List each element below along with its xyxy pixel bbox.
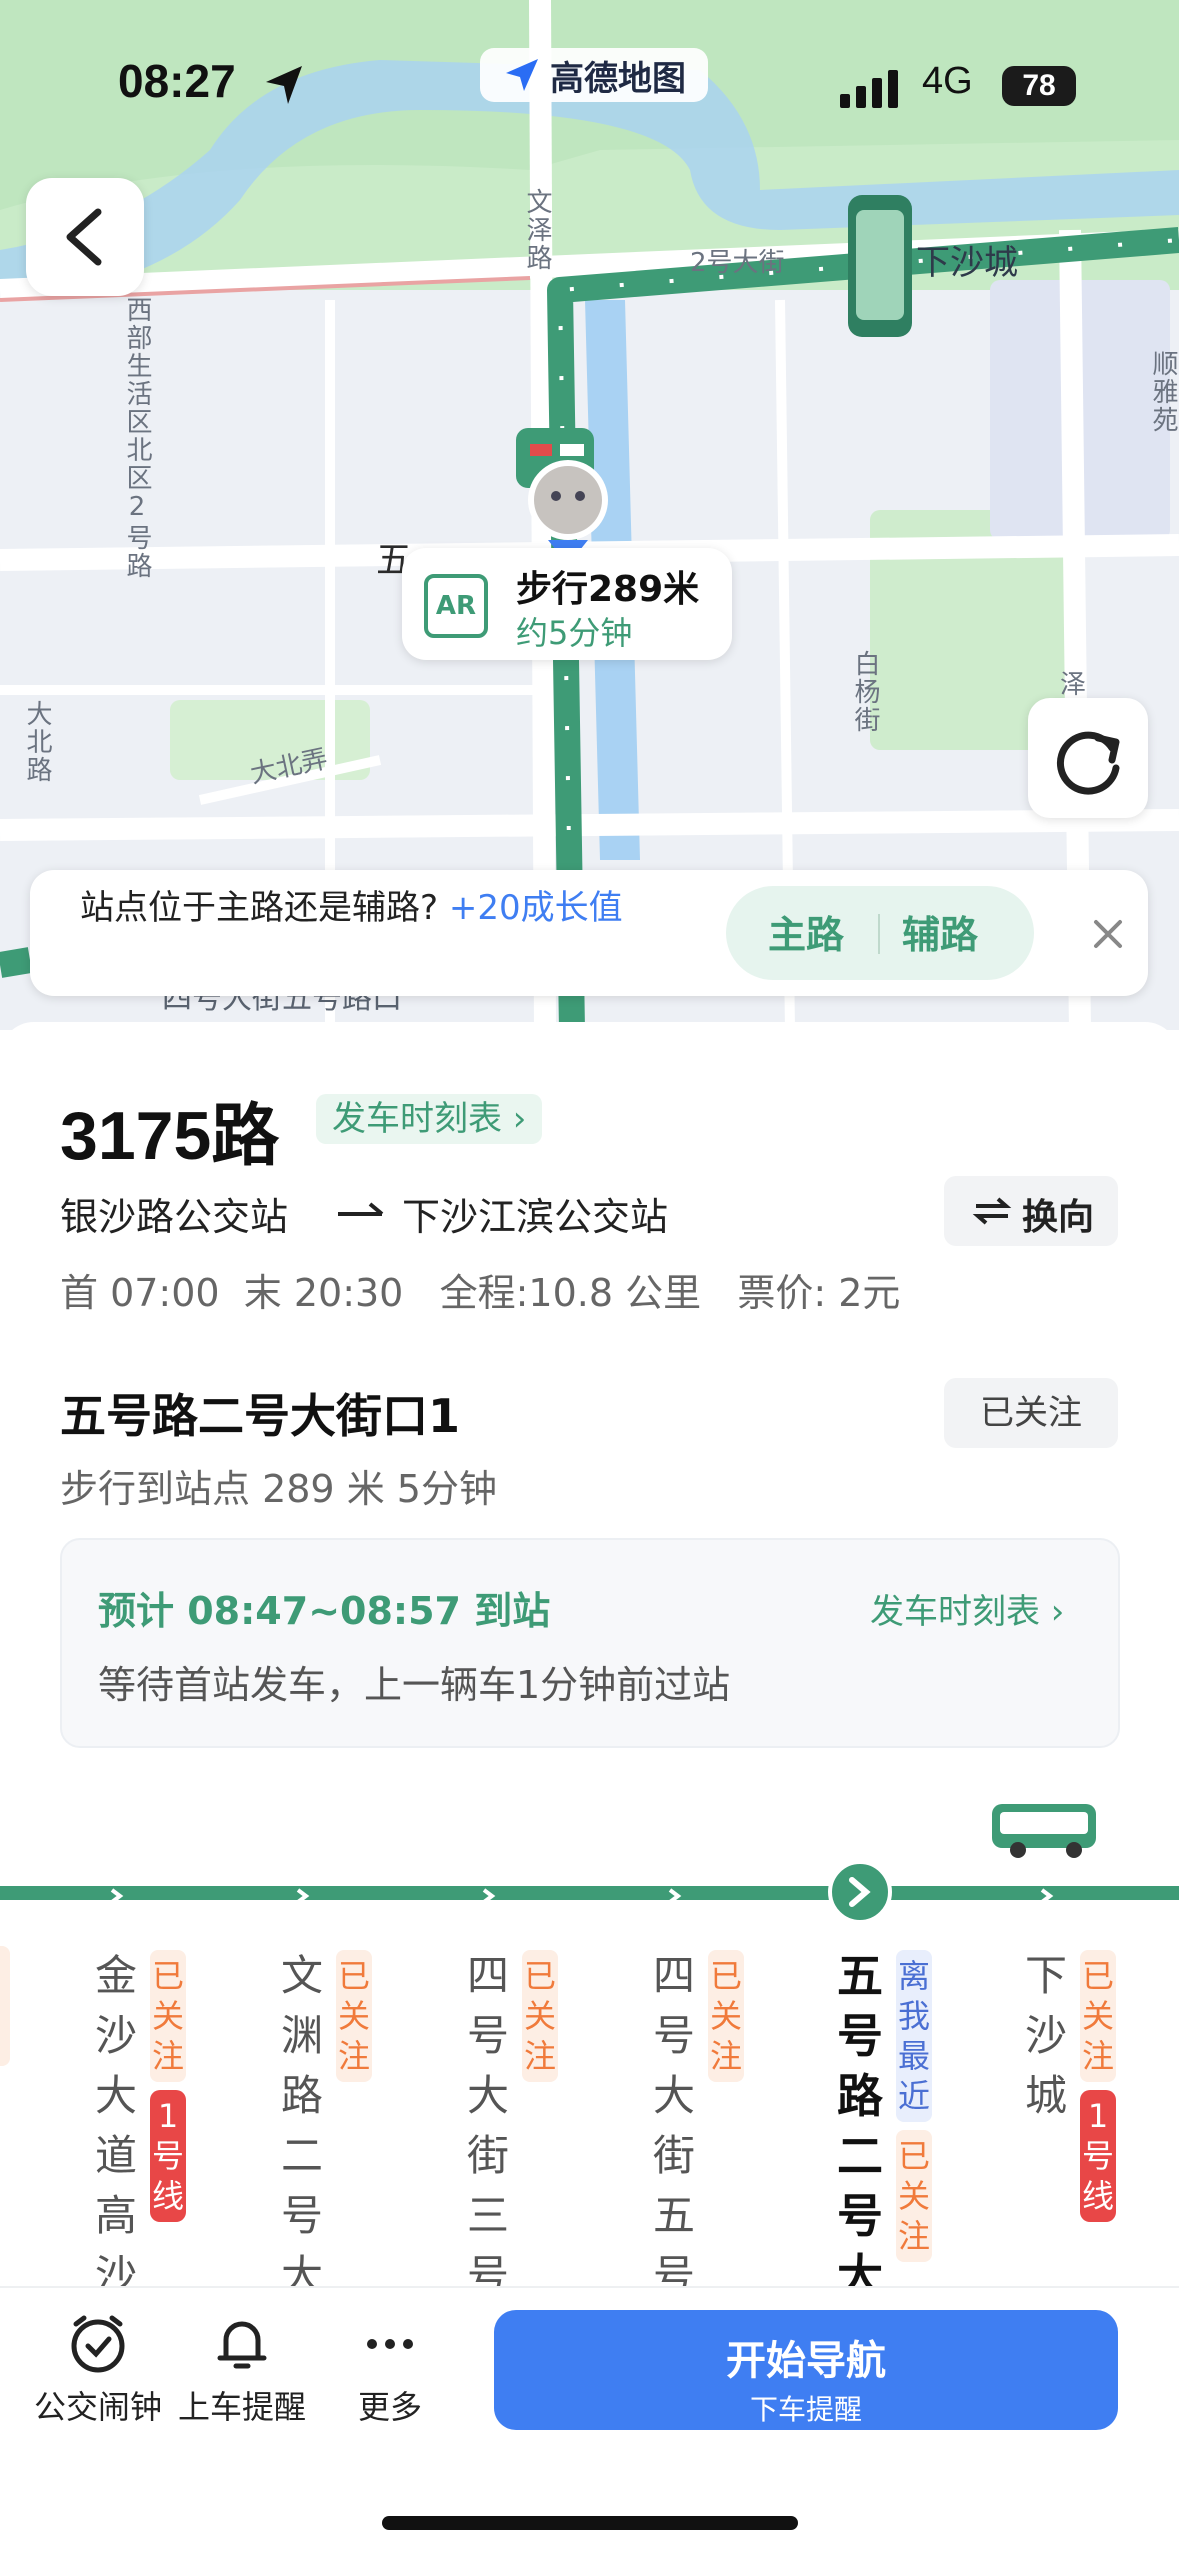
chevron-right-icon: › — [502, 1099, 527, 1139]
timetable-link-label: 发车时刻表 — [332, 1099, 502, 1139]
status-time: 08:27 — [118, 55, 236, 107]
prompt-question: 站点位于主路还是辅路? — [80, 888, 439, 928]
first-bus: 首 07:00 — [60, 1271, 220, 1315]
followed-tag: 已关注 — [150, 1950, 186, 2082]
timetable-link[interactable]: 发车时刻表 › — [316, 1094, 543, 1144]
amap-logo-icon — [506, 59, 538, 91]
option-main-road[interactable]: 主路 — [768, 904, 844, 959]
more-icon — [367, 2339, 413, 2349]
previous-station-tag — [0, 1946, 10, 2066]
map-label-xiasha-city: 下沙城 — [916, 243, 1018, 283]
more-button[interactable]: 更多 — [330, 2302, 450, 2428]
nav-title: 开始导航 — [726, 2338, 886, 2384]
back-button[interactable] — [26, 178, 144, 296]
route-from: 银沙路公交站 — [60, 1195, 289, 1239]
station-name[interactable]: 文渊路二号大 — [272, 1946, 332, 2306]
chevron-right-icon: › — [1040, 1592, 1065, 1632]
app-name: 高德地图 — [550, 58, 686, 99]
location-arrow-icon — [266, 66, 302, 104]
close-icon[interactable] — [1084, 910, 1132, 958]
refresh-button[interactable] — [1028, 698, 1148, 818]
walk-distance: 步行289米 — [516, 569, 700, 610]
ar-icon[interactable]: AR — [424, 574, 488, 638]
map-label-west-district: 西部生活区北区2号路 — [122, 296, 152, 580]
map-label-wenze-road: 文泽路 — [522, 188, 552, 272]
battery-indicator: 78 — [1002, 66, 1076, 106]
prompt-reward: +20成长值 — [448, 888, 623, 928]
stop-name: 五号路二号大街口1 — [60, 1389, 461, 1443]
walk-to-stop: 步行到站点 289 米 5分钟 — [60, 1467, 497, 1511]
route-line-arrows — [110, 1862, 1054, 1922]
eta-text: 预计 08:47~08:57 到站 — [98, 1589, 551, 1633]
more-label: 更多 — [357, 2388, 422, 2426]
switch-direction-button[interactable]: 换向 — [944, 1176, 1118, 1246]
eta-timetable-label: 发车时刻表 — [870, 1592, 1040, 1632]
amap-app-pill[interactable]: 高德地图 — [480, 48, 708, 102]
followed-tag: 已关注 — [522, 1950, 558, 2082]
eta-card: 预计 08:47~08:57 到站 发车时刻表 › 等待首站发车，上一辆车1分钟… — [60, 1538, 1120, 1748]
followed-button[interactable]: 已关注 — [944, 1378, 1118, 1448]
followed-tag: 已关注 — [896, 2130, 932, 2262]
station-name[interactable]: 四号大街三号 — [458, 1946, 518, 2306]
nav-subtitle: 下车提醒 — [749, 2393, 862, 2426]
nearest-tag: 离我最近 — [896, 1950, 932, 2122]
bus-alarm-button[interactable]: 公交闹钟 — [28, 2302, 168, 2428]
map-label-shun: 顺雅苑 — [1148, 350, 1178, 434]
followed-tag: 已关注 — [1080, 1950, 1116, 2082]
map-label-baiyang: 白杨街 — [850, 650, 880, 734]
refresh-icon — [1056, 731, 1120, 795]
map-label-road-2: 2号大街 — [690, 248, 785, 278]
road-type-prompt: 站点位于主路还是辅路? +20成长值 主路 辅路 — [30, 870, 1148, 996]
route-name: 3175路 — [60, 1098, 280, 1174]
station-name[interactable]: 四号大街五号 — [644, 1946, 704, 2306]
map-label-ze: 泽 — [1060, 670, 1087, 700]
walk-time: 约5分钟 — [516, 614, 633, 652]
boarding-reminder-label: 上车提醒 — [177, 2388, 306, 2426]
switch-icon — [972, 1197, 1012, 1225]
route-to: 下沙江滨公交站 — [402, 1195, 669, 1239]
eta-note: 等待首站发车，上一辆车1分钟前过站 — [98, 1663, 731, 1707]
alarm-clock-icon — [71, 2315, 125, 2373]
followed-tag: 已关注 — [708, 1950, 744, 2082]
map-label-dabei-road: 大北路 — [22, 700, 52, 784]
last-bus: 末 20:30 — [243, 1271, 404, 1315]
home-indicator — [382, 2516, 798, 2530]
metro-line-tag: 1号线 — [1080, 2090, 1116, 2222]
switch-label: 换向 — [1022, 1197, 1095, 1238]
followed-tag: 已关注 — [336, 1950, 372, 2082]
station-name[interactable]: 下沙城 — [1016, 1946, 1076, 2126]
bus-alarm-label: 公交闹钟 — [33, 2388, 162, 2426]
station-name-current[interactable]: 五号路二号大 — [830, 1946, 890, 2306]
network-type: 4G — [922, 60, 973, 102]
signal-icon — [840, 70, 898, 108]
option-aux-road[interactable]: 辅路 — [902, 904, 978, 959]
arrow-right-icon — [336, 1194, 386, 1224]
route-meta: 首 07:00 末 20:30 全程:10.8 公里 票价: 2元 — [60, 1262, 900, 1317]
boarding-reminder-button[interactable]: 上车提醒 — [172, 2302, 312, 2428]
eta-timetable-link[interactable]: 发车时刻表 › — [870, 1584, 1064, 1633]
start-navigation-button[interactable]: 开始导航 下车提醒 — [494, 2310, 1118, 2430]
chevron-left-icon — [66, 208, 102, 266]
route-distance: 全程:10.8 公里 — [439, 1271, 702, 1315]
walk-info-card[interactable]: AR 步行289米 约5分钟 — [402, 548, 732, 660]
metro-line-tag: 1号线 — [150, 2090, 186, 2222]
bell-icon — [217, 2321, 267, 2369]
route-fare: 票价: 2元 — [737, 1271, 901, 1315]
station-name[interactable]: 金沙大道高沙 — [86, 1946, 146, 2306]
